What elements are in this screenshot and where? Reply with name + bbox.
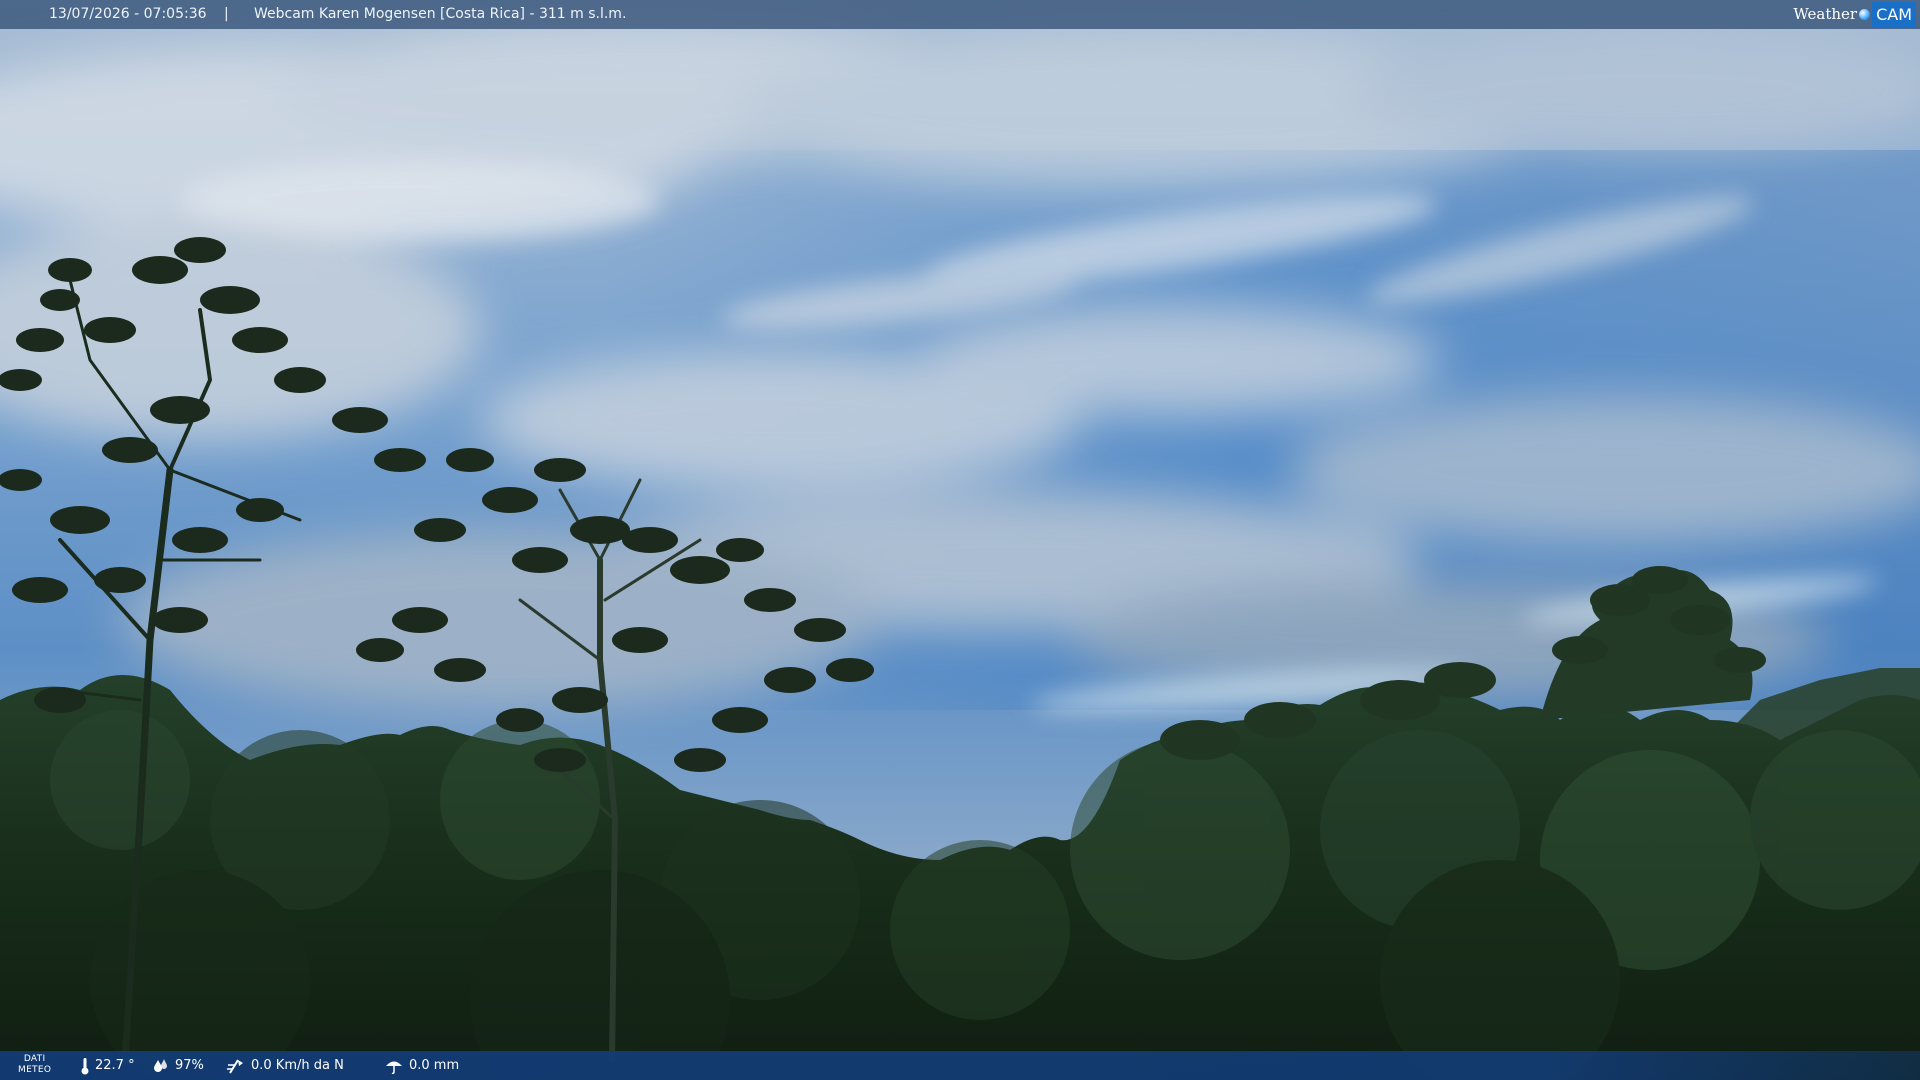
webcam-frame: 13/07/2026 - 07:05:36 | Webcam Karen Mog… [0, 0, 1920, 1080]
humidity-value: 97% [175, 1058, 204, 1073]
wind-value: 0.0 Km/h da N [251, 1058, 344, 1073]
meteo-bar: DATI METEO 22.7 ° 97% 0.0 Km/h da N 0.0 … [0, 1051, 1920, 1080]
thermometer-icon [81, 1057, 89, 1074]
humidity-reading: 97% [152, 1051, 204, 1080]
timestamp: 13/07/2026 - 07:05:36 [49, 6, 207, 22]
webcam-scene [0, 0, 1920, 1080]
wind-reading: 0.0 Km/h da N [226, 1051, 344, 1080]
temperature-reading: 22.7 ° [80, 1051, 135, 1080]
humidity-drop-icon [154, 1058, 167, 1072]
rain-umbrella-icon [386, 1061, 402, 1074]
separator: | [224, 6, 229, 22]
wind-icon [227, 1058, 243, 1074]
temperature-value: 22.7 ° [95, 1058, 135, 1073]
top-info-bar: 13/07/2026 - 07:05:36 | Webcam Karen Mog… [0, 0, 1920, 29]
brand-cam: CAM [1872, 1, 1916, 28]
webcam-title: Webcam Karen Mogensen [Costa Rica] - 311… [254, 6, 627, 22]
meteo-label: DATI METEO [18, 1054, 52, 1075]
rain-reading: 0.0 mm [384, 1051, 459, 1080]
weathercam-logo: Weather CAM [1785, 0, 1920, 29]
brand-text: Weather [1793, 5, 1858, 23]
rain-value: 0.0 mm [409, 1058, 460, 1073]
globe-icon [1859, 9, 1871, 20]
